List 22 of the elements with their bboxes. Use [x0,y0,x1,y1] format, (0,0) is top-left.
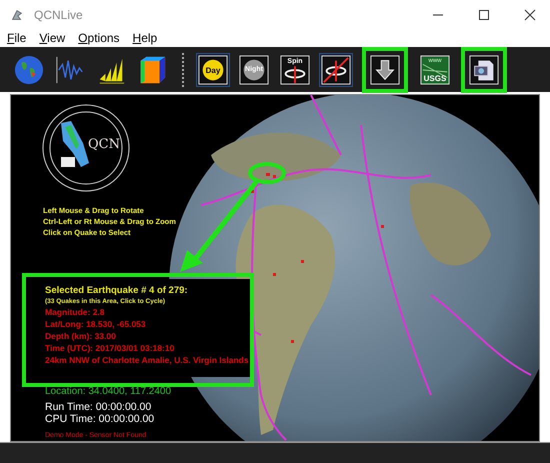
cpu-time-text: CPU Time: 00:00:00.00 [45,413,156,425]
quake-detail: 24km NNW of Charlotte Amalie, U.S. Virgin Islands [45,354,250,366]
quake-title: Selected Earthquake # 4 of 279: [45,285,189,297]
menu-item[interactable]: File [7,31,26,45]
menu-item[interactable]: Help [132,31,158,45]
crossed-spin-icon[interactable] [319,52,353,86]
screenshot-icon[interactable] [461,46,507,92]
close-icon[interactable] [524,8,536,20]
maximize-icon[interactable] [478,8,490,20]
menu-item[interactable]: Options [78,31,120,45]
menu-item[interactable]: View [39,31,66,45]
logo-text: QCN [88,136,120,154]
app-icon [10,8,24,22]
run-time-text: Run Time: 00:00:00.00 [45,401,152,413]
quake-detail: Lat/Long: 18.530, -65.053 [45,318,147,330]
quake-detail: Magnitude: 2.8 [45,306,106,318]
sun-icon[interactable]: Day [196,52,230,86]
quake-detail: Depth (km): 33.00 [45,330,117,342]
window-title: QCNLive [34,8,83,22]
highlight-ellipse [248,162,286,184]
quake-detail: Time (UTC): 2017/03/01 03:18:10 [45,342,176,354]
location-text: Location: 34.0400, 117.2400 [45,386,172,398]
